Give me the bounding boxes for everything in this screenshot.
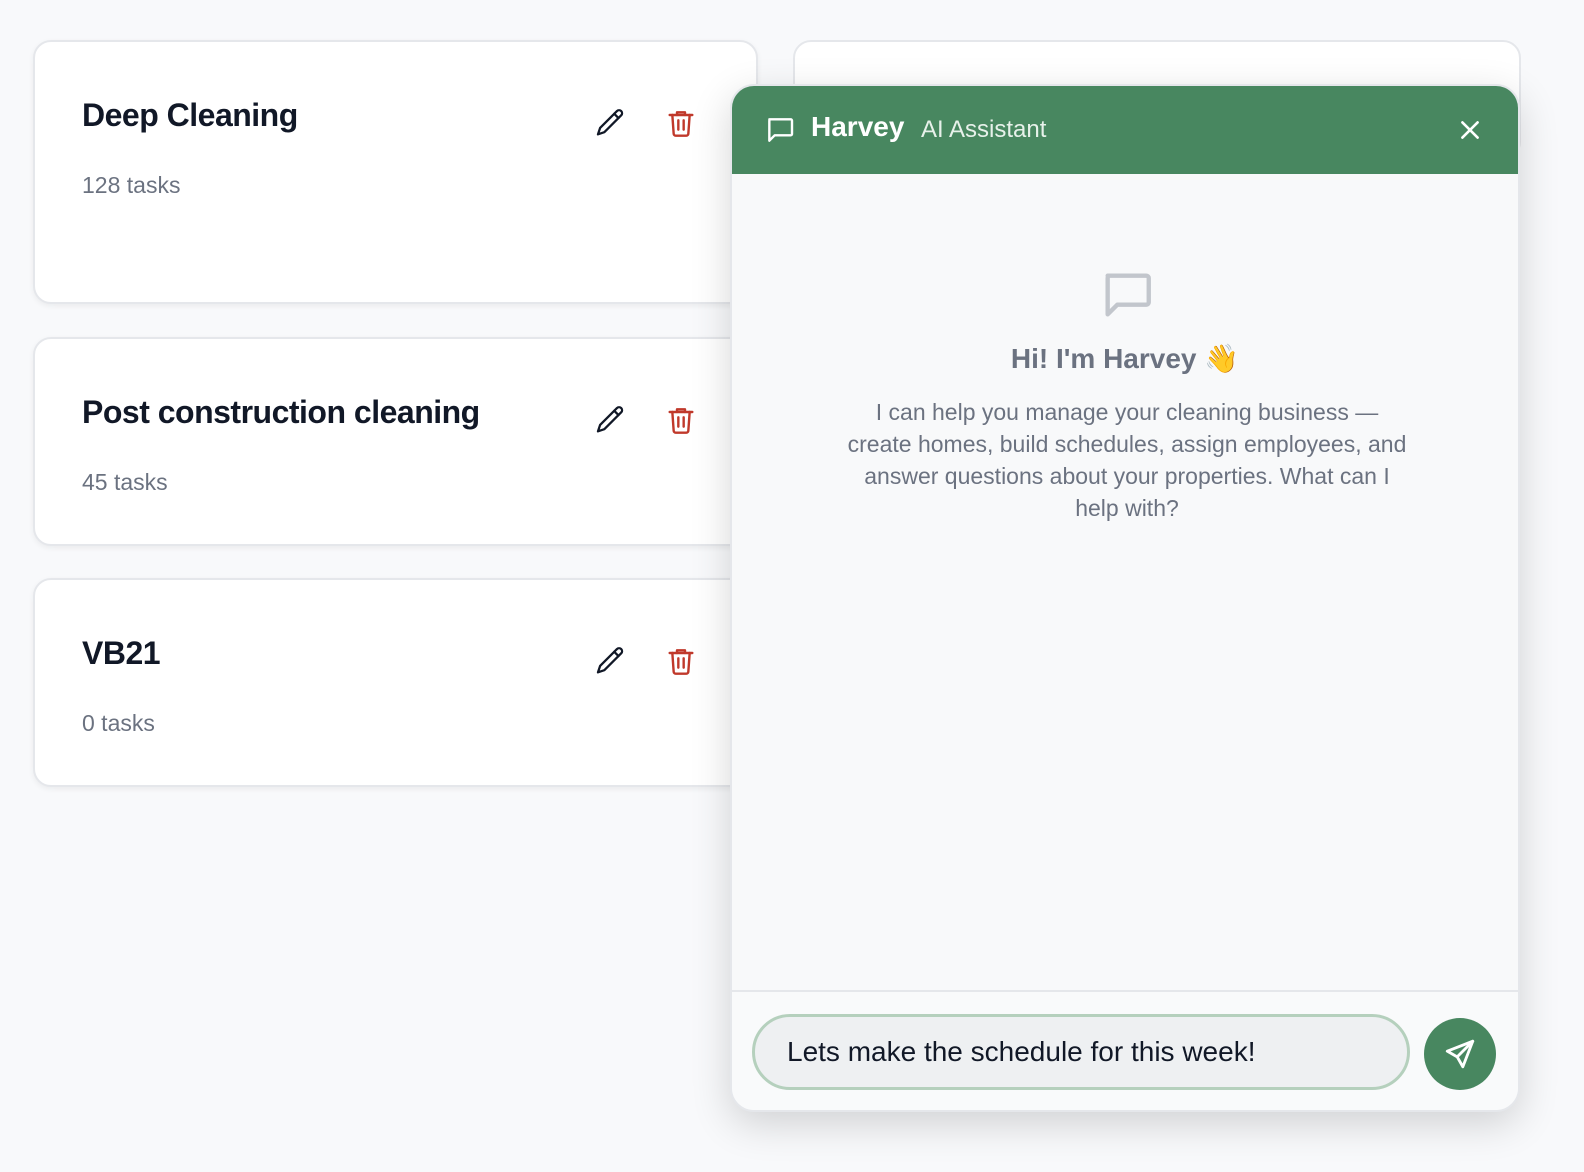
delete-button[interactable]: [659, 639, 703, 683]
welcome-title: Hi! I'm Harvey 👋: [1010, 343, 1240, 374]
edit-button[interactable]: [588, 398, 632, 442]
card-title: Post construction cleaning: [82, 394, 480, 430]
chat-panel: Harvey AI Assistant Hi! I'm Harvey 👋 I c…: [730, 84, 1520, 1112]
edit-button[interactable]: [588, 639, 632, 683]
delete-button[interactable]: [659, 101, 703, 145]
send-icon: [1445, 1039, 1475, 1069]
pencil-icon: [596, 647, 624, 674]
delete-button[interactable]: [659, 398, 703, 442]
card-title: Deep Cleaning: [82, 97, 298, 133]
chat-message-input[interactable]: [752, 1014, 1410, 1090]
pencil-icon: [596, 109, 624, 136]
trash-icon: [668, 408, 694, 434]
pencil-icon: [596, 406, 624, 433]
trash-icon: [668, 649, 694, 675]
chat-title: Harvey: [811, 111, 905, 142]
send-button[interactable]: [1424, 1018, 1496, 1090]
chat-bubble-icon: [1105, 273, 1151, 317]
task-count: 0 tasks: [82, 710, 155, 736]
close-chat-button[interactable]: [1448, 108, 1492, 152]
close-icon: [1461, 121, 1479, 139]
task-count: 128 tasks: [82, 172, 181, 198]
edit-button[interactable]: [588, 101, 632, 145]
page: Deep Cleaning 128 tasks Post constructio…: [0, 0, 1584, 1172]
welcome-message: I can help you manage your cleaning busi…: [847, 399, 1407, 521]
chat-input-area: [732, 990, 1518, 1110]
chat-bubble-icon: [768, 118, 794, 142]
chat-subtitle: AI Assistant: [921, 116, 1047, 143]
property-card: Post construction cleaning 45 tasks: [33, 337, 758, 546]
chat-header: Harvey AI Assistant: [732, 86, 1518, 174]
trash-icon: [668, 111, 694, 137]
property-card: Deep Cleaning 128 tasks: [33, 40, 758, 304]
property-card: VB21 0 tasks: [33, 578, 758, 787]
task-count: 45 tasks: [82, 469, 168, 495]
card-title: VB21: [82, 635, 161, 671]
